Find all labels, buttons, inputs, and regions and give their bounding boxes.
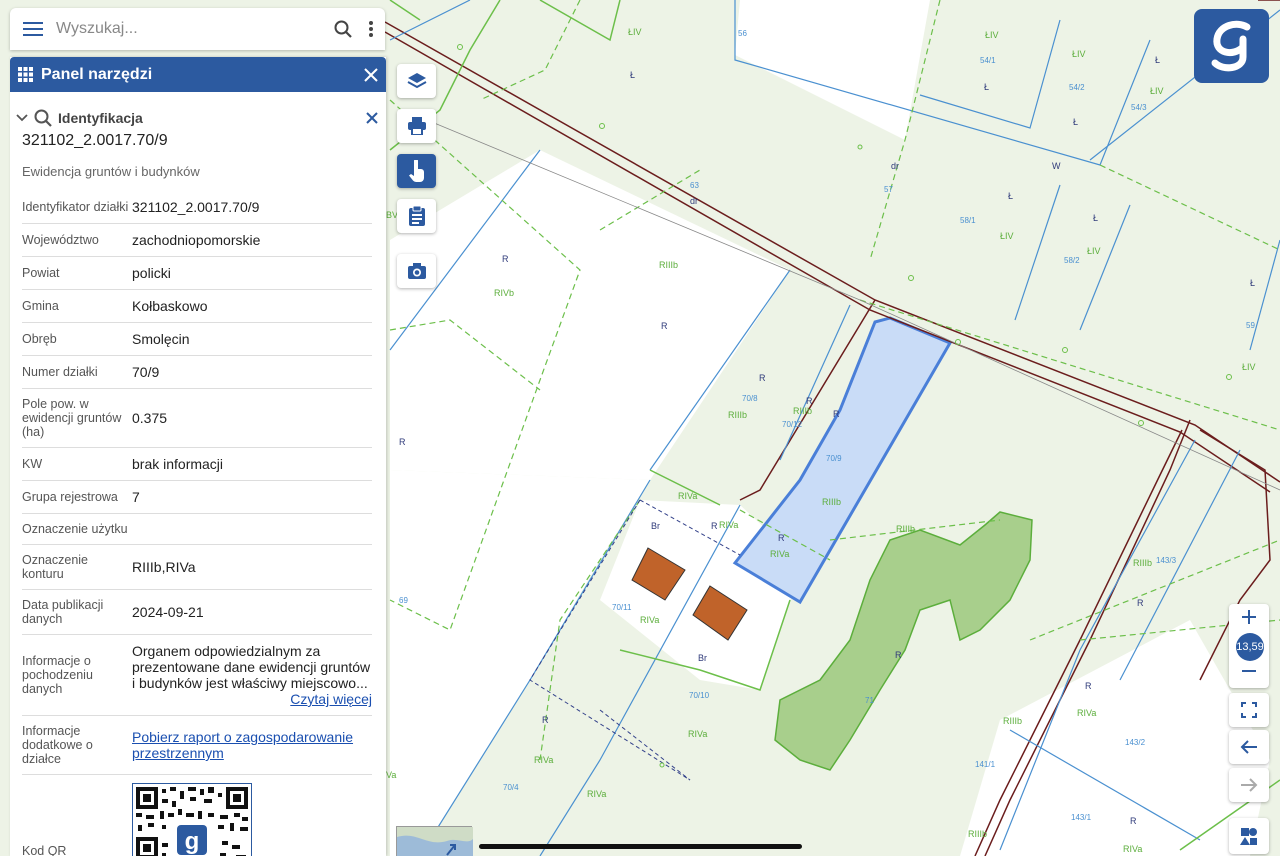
table-row: Kod QR g [22,775,372,856]
camera-icon [407,263,426,279]
panel-header: Panel narzędzi [10,57,386,92]
zoom-level-badge: 13,59 [1236,633,1264,661]
row-value: Smolęcin [132,331,190,347]
row-value: 7 [132,489,140,505]
printer-icon [407,117,426,135]
print-button[interactable] [397,109,436,143]
row-key: Powiat [22,266,60,280]
hamburger-menu-icon[interactable] [10,8,56,50]
home-indicator [479,844,802,849]
table-row: Oznaczenie użytku [22,514,372,545]
row-key: Numer działki [22,365,98,379]
row-key: Data publikacji danych [22,598,104,626]
panel-title: Panel narzędzi [41,65,153,83]
table-row: Data publikacji danych 2024-09-21 [22,590,372,635]
search-icon [34,109,52,127]
pointer-hand-icon [408,160,424,182]
row-value: Kołbaskowo [132,298,208,314]
minus-icon [1242,670,1256,672]
download-report-link[interactable]: Pobierz raport o zagospodarowanie przest… [132,729,353,761]
screenshot-button[interactable] [397,254,436,288]
basemap-button[interactable] [1229,818,1269,854]
clipboard-icon [408,205,425,226]
shapes-icon [1240,828,1257,845]
clipboard-button[interactable] [397,199,436,233]
row-key: Pole pow. w ewidencji gruntów (ha) [22,397,122,439]
table-row: Województwo zachodniopomorskie [22,224,372,257]
row-value: zachodniopomorskie [132,232,261,248]
row-value: 70/9 [132,364,160,380]
table-row: Identyfikator działki 321102_2.0017.70/9 [22,191,372,224]
row-value: 321102_2.0017.70/9 [132,199,260,215]
table-row: Informacje dodatkowe o działce Pobierz r… [22,716,372,775]
row-value: 0.375 [132,410,168,426]
row-value: brak informacji [132,456,224,472]
fullscreen-button[interactable] [1229,693,1269,727]
table-row: Gmina Kołbaskowo [22,290,372,323]
zoom-out-button[interactable] [1229,664,1269,684]
attribute-table: Identyfikator działki 321102_2.0017.70/9… [22,191,372,856]
row-value [132,521,372,537]
row-key: Grupa rejestrowa [22,490,118,504]
search-input[interactable] [56,14,329,44]
data-origin-text: Organem odpowiedzialnym za prezentowane … [132,643,371,691]
geoportal-logo-icon [1211,20,1250,72]
table-row: Oznaczenie konturu RIIIb,RIVa [22,545,372,590]
parcel-subtitle: Ewidencja gruntów i budynków [22,164,200,179]
tool-panel: Panel narzędzi Identyfikacja 321102_2.00… [10,57,386,856]
parcel-id: 321102_2.0017.70/9 [22,132,168,149]
arrow-right-icon [1241,778,1258,792]
overview-map-image [397,827,473,856]
identification-title: Identyfikacja [58,110,143,126]
row-key: Gmina [22,299,59,313]
overview-map[interactable] [396,826,473,856]
close-identification-icon[interactable] [366,112,378,124]
layers-button[interactable] [397,64,436,98]
row-key: Kod QR [22,844,67,856]
table-row: KW brak informacji [22,448,372,481]
forward-button[interactable] [1229,768,1269,802]
close-panel-icon[interactable] [364,67,378,82]
geoportal-logo[interactable] [1194,9,1269,83]
row-key: Informacje dodatkowe o działce [22,724,93,766]
read-more-link[interactable]: Czytaj więcej [132,691,372,707]
row-key: Oznaczenie konturu [22,553,89,581]
qr-code-image: g [131,782,253,856]
row-key: Informacje o pochodzeniu danych [22,654,93,696]
layers-icon [407,73,426,89]
plus-icon [1242,610,1256,624]
table-row: Pole pow. w ewidencji gruntów (ha) 0.375 [22,389,372,448]
table-row: Powiat policki [22,257,372,290]
back-button[interactable] [1229,730,1269,764]
row-key: Województwo [22,233,99,247]
zoom-in-button[interactable] [1229,610,1269,630]
row-value: RIIIb,RIVa [132,559,196,575]
arrow-left-icon [1240,740,1257,754]
row-key: KW [22,457,43,471]
search-icon[interactable] [329,8,357,50]
row-value: policki [132,265,171,281]
chevron-down-icon[interactable] [16,114,28,122]
row-key: Obręb [22,332,57,346]
table-row: Numer działki 70/9 [22,356,372,389]
fullscreen-icon [1241,702,1257,718]
svg-text:g: g [185,828,200,855]
apps-grid-icon [18,67,33,82]
table-row: Grupa rejestrowa 7 [22,481,372,514]
row-key: Oznaczenie użytku [22,522,128,536]
search-bar [10,8,385,50]
more-options-icon[interactable] [357,8,385,50]
table-row: Obręb Smolęcin [22,323,372,356]
table-row: Informacje o pochodzeniu danych Organem … [22,635,372,716]
row-value: 2024-09-21 [132,604,204,620]
identify-tool-button[interactable] [397,154,436,188]
row-key: Identyfikator działki [22,200,129,214]
